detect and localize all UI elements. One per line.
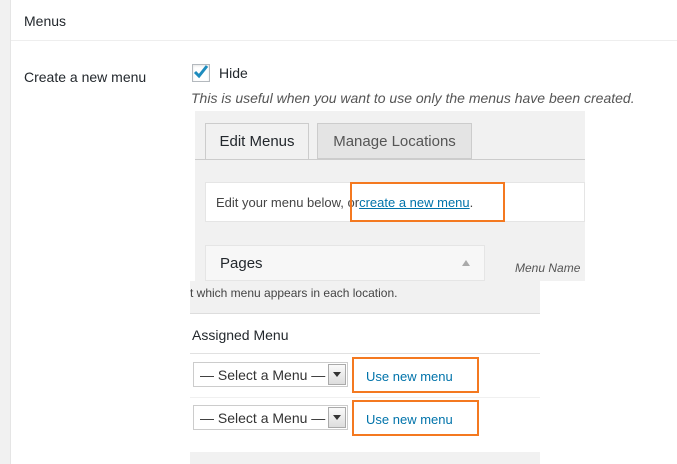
menu-select[interactable]: — Select a Menu — [193, 362, 348, 387]
location-row: — Select a Menu — Use new menu [190, 398, 540, 440]
collapse-arrow-icon [462, 260, 470, 266]
notice-prefix: Edit your menu below, or [216, 194, 360, 210]
dropdown-arrow-icon[interactable] [328, 407, 346, 428]
checkmark-icon [193, 65, 209, 79]
hide-hint: This is useful when you want to use only… [191, 90, 635, 106]
locations-description-text: t which menu appears in each location. [190, 286, 398, 300]
menu-select[interactable]: — Select a Menu — [193, 405, 348, 430]
menu-name-label: Menu Name [515, 261, 581, 275]
edit-menus-screenshot: Edit Menus Manage Locations Edit your me… [195, 111, 585, 281]
location-row: — Select a Menu — Use new menu [190, 355, 540, 398]
menu-select-value: — Select a Menu — [200, 409, 326, 426]
tab-edit-menus[interactable]: Edit Menus [205, 123, 309, 160]
hide-option[interactable]: Hide [192, 63, 248, 83]
tab-manage-locations[interactable]: Manage Locations [317, 123, 472, 159]
pages-label: Pages [220, 255, 263, 272]
hide-label: Hide [219, 65, 248, 81]
locations-description: t which menu appears in each location. [190, 281, 540, 314]
highlight-create-link [350, 182, 505, 222]
assigned-menu-label: Assigned Menu [192, 327, 289, 343]
panel-header: Menus [11, 0, 677, 41]
panel-title: Menus [24, 13, 67, 29]
tab-divider [195, 159, 585, 160]
dropdown-arrow-icon[interactable] [328, 364, 346, 385]
locations-footer [190, 452, 540, 464]
assigned-menu-header: Assigned Menu [190, 313, 540, 354]
highlight-use-new-menu [352, 357, 479, 393]
create-menu-label: Create a new menu [24, 69, 147, 85]
highlight-use-new-menu [352, 400, 479, 436]
pages-accordion[interactable]: Pages [205, 245, 485, 281]
hide-checkbox[interactable] [192, 64, 210, 82]
menu-select-value: — Select a Menu — [200, 366, 326, 383]
